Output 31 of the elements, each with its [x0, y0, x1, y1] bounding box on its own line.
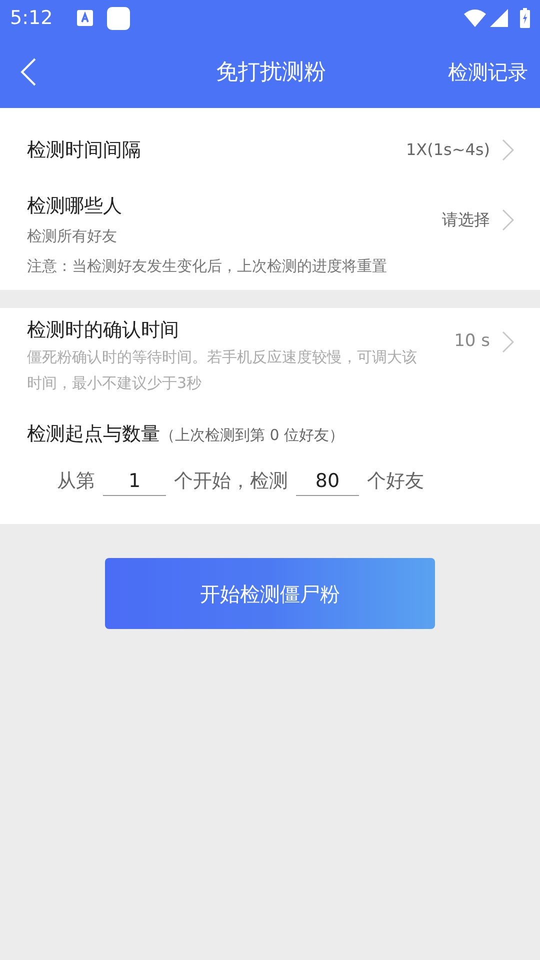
- chevron-right-icon: [502, 139, 514, 161]
- setting-row[interactable]: 检测哪些人 检测所有好友 请选择: [27, 192, 514, 247]
- range-text: 个开始，检测: [174, 469, 288, 494]
- setting-description: 检测所有好友: [27, 226, 118, 246]
- page-title: 免打扰测粉: [216, 58, 326, 86]
- setting-value: 1X(1s~4s): [406, 139, 490, 161]
- setting-value: 10 s: [454, 330, 490, 353]
- setting-description: 僵死粉确认时的等待时间。若手机反应速度较慢，可调大该时间，最小不建议少于3秒: [27, 347, 418, 394]
- setting-label: 检测哪些人: [27, 194, 123, 219]
- setting-label: 检测起点与数量: [27, 422, 160, 447]
- range-text: 个好友: [367, 469, 424, 494]
- history-link[interactable]: 检测记录: [448, 57, 528, 87]
- wifi-icon: [464, 9, 486, 27]
- keyboard-app-icon: [76, 10, 93, 26]
- app-icon: [106, 6, 130, 30]
- setting-label: 检测时间间隔: [27, 138, 142, 163]
- warning-note: 注意：当检测好友发生变化后，上次检测的进度将重置: [27, 256, 388, 277]
- range-text: 从第: [57, 469, 95, 494]
- setting-row[interactable]: 检测时的确认时间 僵死粉确认时的等待时间。若手机反应速度较慢，可调大该时间，最小不建议少于3秒 10 s: [27, 316, 514, 396]
- count-field[interactable]: 80: [296, 466, 359, 496]
- chevron-right-icon: [502, 208, 514, 230]
- chevron-right-icon: [502, 330, 514, 353]
- signal-icon: [490, 9, 508, 27]
- progress-hint: （上次检测到第 0 位好友）: [160, 425, 344, 446]
- battery-icon: [520, 8, 530, 28]
- start-field[interactable]: 1: [103, 466, 166, 496]
- setting-value: 请选择: [442, 208, 490, 230]
- start-button[interactable]: 开始检测僵尸粉: [105, 558, 435, 629]
- setting-row[interactable]: 检测时间间隔 1X(1s~4s): [0, 108, 540, 192]
- setting-label: 检测时的确认时间: [27, 318, 180, 342]
- status-time: 5:12: [10, 6, 53, 31]
